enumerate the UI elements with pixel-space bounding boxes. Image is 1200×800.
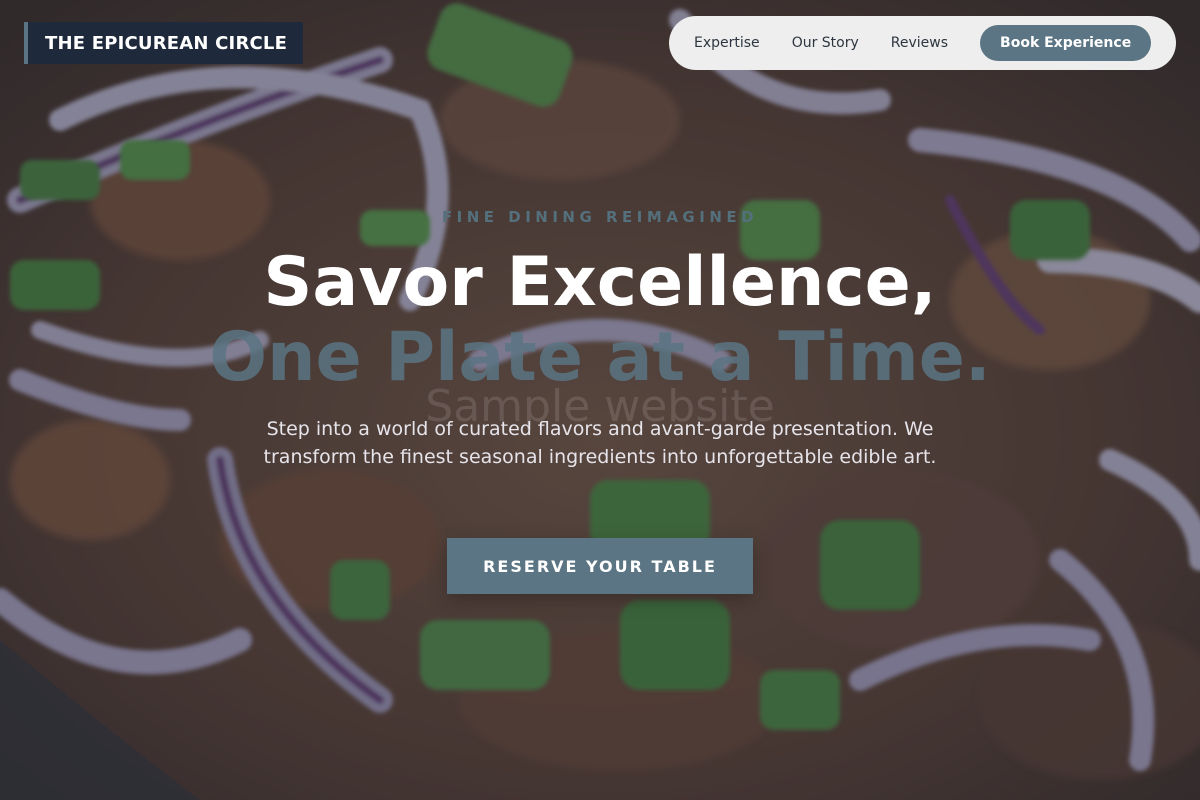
- hero-headline-line1: Savor Excellence,: [263, 243, 937, 322]
- main-nav: Expertise Our Story Reviews Book Experie…: [669, 16, 1176, 70]
- book-experience-button[interactable]: Book Experience: [980, 25, 1152, 61]
- hero-eyebrow: FINE DINING REIMAGINED: [441, 208, 759, 226]
- brand-name: THE EPICUREAN CIRCLE: [45, 32, 288, 54]
- hero-section: THE EPICUREAN CIRCLE Expertise Our Story…: [0, 0, 1200, 800]
- brand-logo[interactable]: THE EPICUREAN CIRCLE: [24, 22, 304, 64]
- nav-link-our-story[interactable]: Our Story: [792, 35, 859, 51]
- nav-link-expertise[interactable]: Expertise: [694, 35, 760, 51]
- reserve-table-button[interactable]: RESERVE YOUR TABLE: [447, 538, 753, 594]
- nav-link-reviews[interactable]: Reviews: [891, 35, 948, 51]
- hero-description: Step into a world of curated flavors and…: [263, 418, 937, 468]
